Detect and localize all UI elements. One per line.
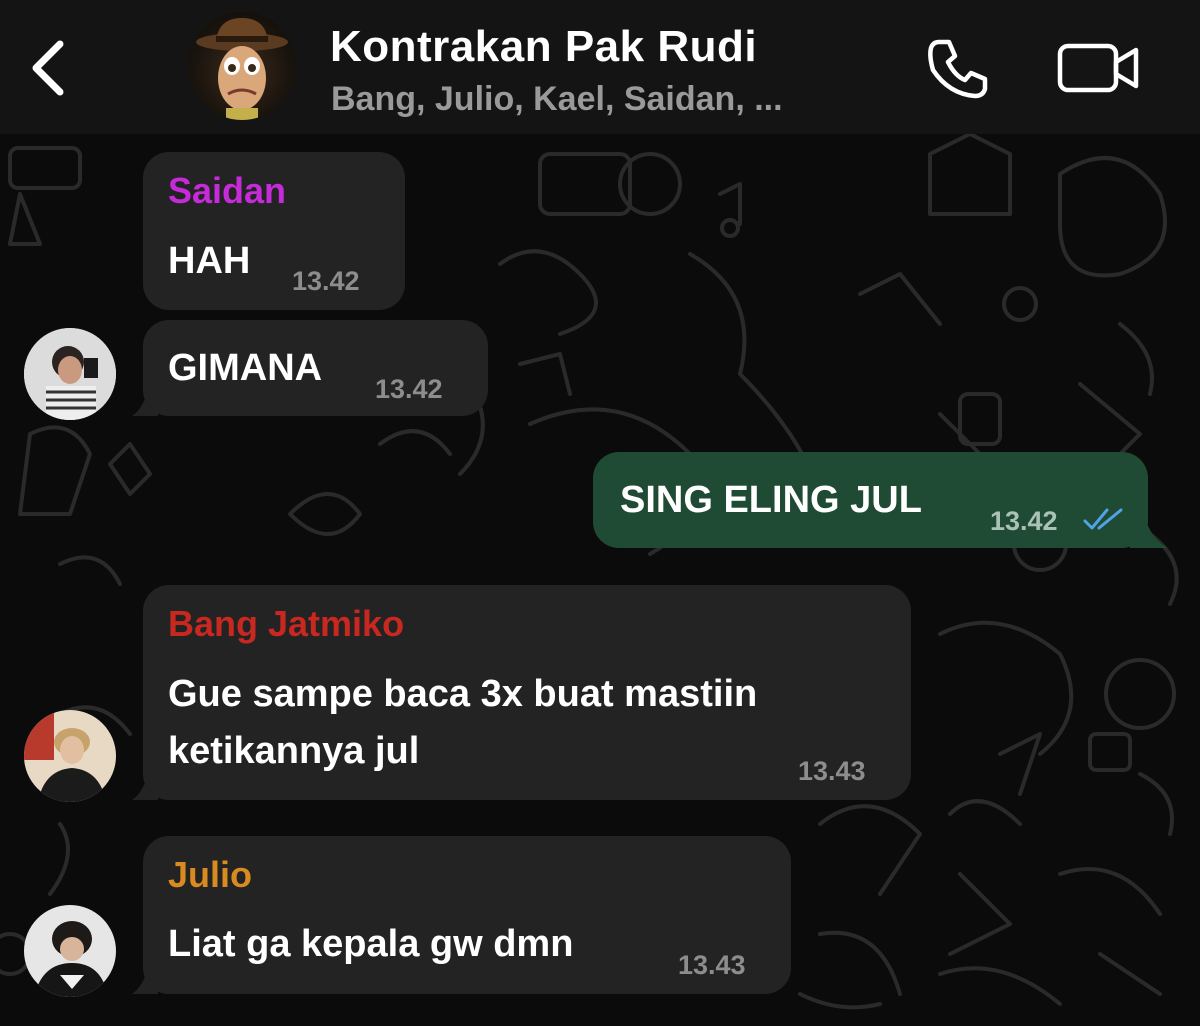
message-time: 13.42 xyxy=(292,266,360,296)
phone-icon xyxy=(928,39,988,99)
chat-participants[interactable]: Bang, Julio, Kael, Saidan, ... xyxy=(331,80,783,119)
bubble-tail xyxy=(1130,516,1168,548)
message-time: 13.43 xyxy=(678,950,746,980)
message-text-line-2: ketikannya jul xyxy=(168,730,420,772)
chat-title[interactable]: Kontrakan Pak Rudi xyxy=(330,22,757,72)
double-check-read-icon xyxy=(1083,508,1123,530)
message-time: 13.43 xyxy=(798,756,866,786)
chevron-left-icon xyxy=(32,40,64,96)
message-text-line-1: Gue sampe baca 3x buat mastiin xyxy=(168,673,758,715)
avatar[interactable] xyxy=(24,905,116,997)
avatar-image xyxy=(24,328,116,420)
video-camera-icon xyxy=(1057,43,1139,93)
back-button[interactable] xyxy=(26,38,72,98)
avatar[interactable] xyxy=(24,328,116,420)
video-call-button[interactable] xyxy=(1056,40,1142,96)
group-avatar[interactable] xyxy=(188,12,296,120)
sender-name[interactable]: Julio xyxy=(168,854,252,896)
voice-call-button[interactable] xyxy=(925,36,991,102)
message-text: GIMANA xyxy=(168,347,323,389)
sender-name[interactable]: Bang Jatmiko xyxy=(168,603,404,645)
group-avatar-image xyxy=(196,18,288,120)
message-text: HAH xyxy=(168,240,251,282)
message-time: 13.42 xyxy=(990,506,1058,536)
avatar[interactable] xyxy=(24,710,116,802)
sender-name[interactable]: Saidan xyxy=(168,170,286,212)
chat-header: Kontrakan Pak Rudi Bang, Julio, Kael, Sa… xyxy=(0,0,1200,134)
message-text: SING ELING JUL xyxy=(620,479,922,521)
avatar-image xyxy=(24,710,116,802)
message-text: Liat ga kepala gw dmn xyxy=(168,923,574,965)
avatar-image xyxy=(24,905,116,997)
message-time: 13.42 xyxy=(375,374,443,404)
